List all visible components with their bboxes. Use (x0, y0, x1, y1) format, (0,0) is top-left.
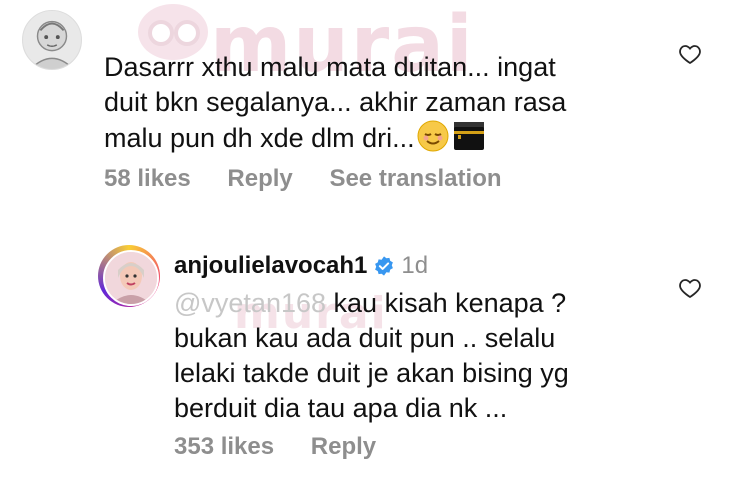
like-heart-icon[interactable] (678, 42, 702, 66)
comment-text: Dasarrr xthu malu mata duitan... ingat d… (104, 50, 644, 161)
reply-button[interactable]: Reply (227, 165, 292, 192)
reply-like-heart-icon[interactable] (678, 276, 702, 300)
verified-badge-icon (373, 255, 395, 277)
kaaba-emoji (451, 120, 487, 161)
reply-avatar[interactable] (103, 250, 159, 306)
reply-like-count[interactable]: 353 likes (174, 433, 274, 460)
timestamp: 1d (401, 252, 429, 279)
relieved-face-emoji (417, 120, 449, 161)
reply-reply-button[interactable]: Reply (311, 433, 376, 460)
reply-avatar-image (105, 252, 157, 304)
like-count[interactable]: 58 likes (104, 165, 191, 192)
avatar[interactable] (22, 10, 82, 70)
see-translation-button[interactable]: See translation (329, 165, 501, 192)
mention-link[interactable]: @vyetan168 (174, 288, 326, 318)
reply-text: @vyetan168 kau kisah kenapa ? bukan kau … (174, 286, 634, 426)
comment-meta: 58 likes Reply See translation (104, 165, 532, 193)
comment-body: Dasarrr xthu malu mata duitan... ingat d… (104, 52, 567, 153)
reply-header: anjoulielavocah1 1d (174, 252, 428, 280)
username[interactable]: anjoulielavocah1 (174, 252, 367, 280)
avatar-image (23, 11, 81, 69)
reply-meta: 353 likes Reply (174, 433, 406, 461)
